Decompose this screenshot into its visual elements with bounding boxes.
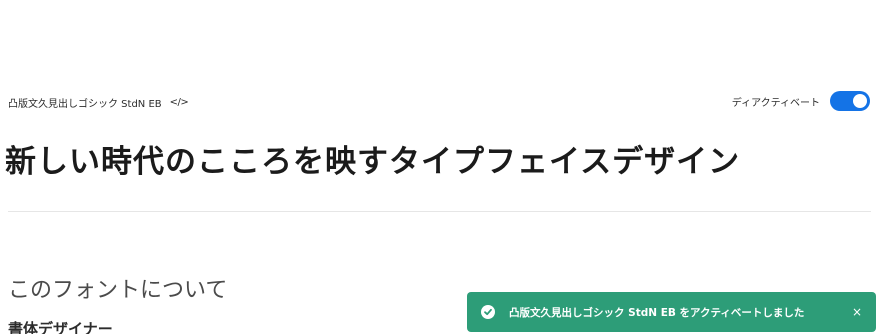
close-icon[interactable]: × [852,305,862,319]
toast-message: 凸版文久見出しゴシック StdN EB をアクティベートしました [509,306,805,319]
toggle-knob [853,94,867,108]
font-name: 凸版文久見出しゴシック StdN EB [8,99,162,110]
designer-heading: 書体デザイナー [8,320,113,334]
sample-text[interactable]: 新しい時代のこころを映すタイプフェイスデザイン [5,136,740,181]
font-name-row: 凸版文久見出しゴシック StdN EB </> [8,95,189,110]
about-font-heading: このフォントについて [8,278,228,303]
activation-toast: 凸版文久見出しゴシック StdN EB をアクティベートしました × [467,292,876,332]
font-detail-page: 凸版文久見出しゴシック StdN EB </> ディアクティベート 新しい時代の… [0,0,879,334]
divider [8,211,871,212]
check-circle-icon [481,305,495,319]
embed-code-icon[interactable]: </> [170,97,189,108]
activation-control: ディアクティベート [732,91,870,111]
activation-toggle[interactable] [830,91,870,111]
deactivate-label: ディアクティベート [731,97,820,109]
